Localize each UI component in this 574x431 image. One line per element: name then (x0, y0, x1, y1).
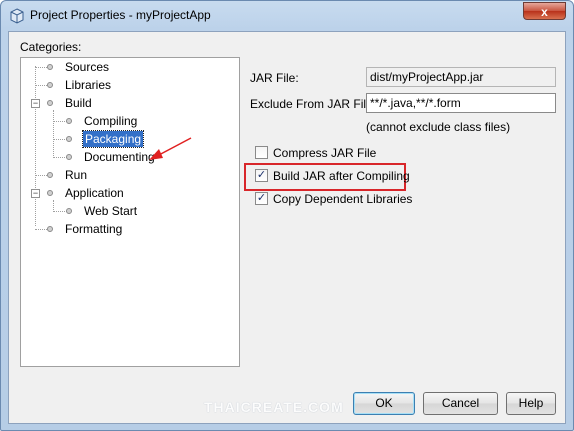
tree-item-sources[interactable]: Sources (65, 59, 109, 75)
copy-libraries-label: Copy Dependent Libraries (273, 192, 413, 206)
tree-item-build[interactable]: Build (65, 95, 92, 111)
tree-node-bullet-icon (47, 190, 53, 196)
tree-guide-line (53, 110, 54, 158)
minus-icon: − (32, 98, 39, 108)
minus-icon: − (32, 188, 39, 198)
tree-node-bullet-icon (47, 100, 53, 106)
tree-item-application[interactable]: Application (65, 185, 124, 201)
tree-item-run[interactable]: Run (65, 167, 87, 183)
close-button[interactable]: x (523, 2, 566, 20)
cancel-button[interactable]: Cancel (423, 392, 498, 415)
tree-node-bullet-icon (47, 226, 53, 232)
tree-guide-line (35, 66, 36, 226)
build-jar-label: Build JAR after Compiling (273, 169, 410, 183)
categories-tree[interactable]: Sources Libraries − Build Compiling Pack… (20, 57, 240, 367)
tree-item-web-start[interactable]: Web Start (84, 203, 137, 219)
red-arrow-icon (149, 137, 192, 160)
tree-item-formatting[interactable]: Formatting (65, 221, 122, 237)
checkmark-icon[interactable]: ✓ (255, 169, 268, 182)
collapse-application-icon[interactable]: − (31, 189, 40, 198)
tree-node-bullet-icon (66, 136, 72, 142)
tree-node-bullet-icon (47, 82, 53, 88)
jar-file-field: dist/myProjectApp.jar (366, 67, 556, 87)
netbeans-cube-icon (10, 8, 24, 24)
categories-label: Categories: (20, 40, 82, 54)
tree-node-bullet-icon (66, 208, 72, 214)
close-icon: x (541, 5, 548, 19)
tree-connector (53, 139, 67, 140)
tree-item-packaging[interactable]: Packaging (81, 130, 145, 148)
tree-node-bullet-icon (66, 118, 72, 124)
help-button[interactable]: Help (506, 392, 556, 415)
exclude-from-jar-input[interactable]: **/*.java,**/*.form (366, 93, 556, 113)
ok-button[interactable]: OK (353, 392, 415, 415)
checkmark-icon[interactable]: ✓ (255, 192, 268, 205)
tree-item-compiling[interactable]: Compiling (84, 113, 137, 129)
tree-item-libraries[interactable]: Libraries (65, 77, 111, 93)
exclude-from-jar-label: Exclude From JAR File: (250, 97, 377, 111)
collapse-build-icon[interactable]: − (31, 99, 40, 108)
tree-node-bullet-icon (47, 172, 53, 178)
exclude-hint-text: (cannot exclude class files) (366, 120, 511, 134)
compress-jar-label: Compress JAR File (273, 146, 377, 160)
tree-connector (53, 211, 67, 212)
unchecked-box-icon[interactable] (255, 146, 268, 159)
tree-item-documenting[interactable]: Documenting (84, 149, 155, 165)
title-bar[interactable]: Project Properties - myProjectApp x (1, 1, 573, 31)
tree-node-bullet-icon (66, 154, 72, 160)
watermark-text: THAICREATE.COM (204, 399, 344, 415)
window-title: Project Properties - myProjectApp (30, 8, 211, 22)
dialog-body: Categories: Sources Libraries − Build Co… (8, 31, 566, 424)
tree-node-bullet-icon (47, 64, 53, 70)
tree-connector (53, 157, 67, 158)
tree-connector (53, 121, 67, 122)
project-properties-dialog: Project Properties - myProjectApp x Cate… (0, 0, 574, 431)
jar-file-label: JAR File: (250, 71, 299, 85)
